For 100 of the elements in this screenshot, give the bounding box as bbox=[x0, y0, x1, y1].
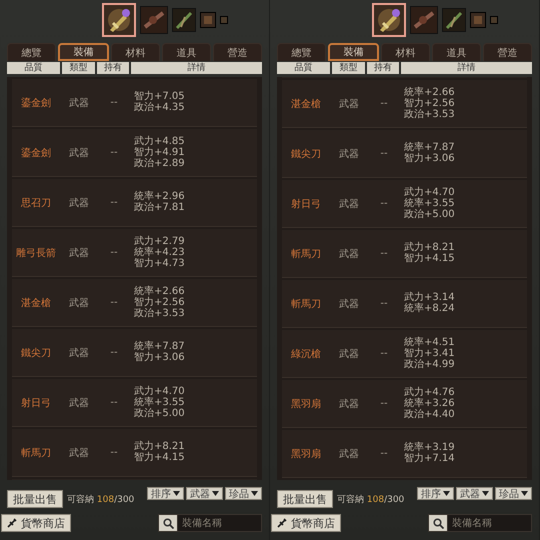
tab[interactable]: 營造 bbox=[483, 43, 532, 61]
item-thumbnail[interactable] bbox=[490, 16, 498, 24]
column-header[interactable]: 品質 bbox=[7, 62, 60, 74]
held-count: -- bbox=[109, 347, 119, 358]
item-thumbnail[interactable] bbox=[102, 3, 136, 37]
item-thumbnail[interactable] bbox=[470, 12, 486, 28]
item-row[interactable]: 湛金槍 武器 -- 統率+2.66 智力+2.56 政治+3.53 bbox=[282, 80, 527, 128]
stat-bonus: 統率+2.96 bbox=[134, 192, 185, 202]
item-type: 武器 bbox=[338, 448, 360, 460]
tab[interactable]: 裝備 bbox=[58, 43, 109, 61]
item-type: 武器 bbox=[338, 198, 360, 210]
search-field[interactable]: 裝備名稱 bbox=[178, 514, 262, 532]
tab[interactable]: 總覽 bbox=[7, 43, 56, 61]
column-header[interactable]: 詳情 bbox=[401, 62, 532, 74]
item-thumbnail[interactable] bbox=[372, 3, 406, 37]
item-name: 鐵尖刀 bbox=[20, 346, 52, 360]
column-header[interactable]: 品質 bbox=[277, 62, 330, 74]
filter-dropdown[interactable]: 珍品 bbox=[225, 487, 262, 500]
stat-bonus: 統率+4.23 bbox=[134, 248, 185, 258]
item-row[interactable]: 綠沉槍 武器 -- 統率+4.51 智力+3.41 政治+4.99 bbox=[282, 330, 527, 378]
item-row[interactable]: 鎏金劍 武器 -- 智力+7.05 政治+4.35 bbox=[12, 79, 257, 127]
item-name: 湛金槍 bbox=[290, 98, 322, 110]
stat-bonus: 智力+2.56 bbox=[404, 98, 455, 108]
shop-button[interactable]: 貨幣商店 bbox=[1, 514, 71, 532]
filter-dropdown[interactable]: 武器 bbox=[456, 487, 493, 500]
sell-button[interactable]: 批量出售 bbox=[7, 490, 63, 508]
item-row[interactable]: 黑羽扇 武器 -- 統率+3.19 智力+7.14 bbox=[282, 430, 527, 478]
capacity-text: 可容納 108/300 bbox=[67, 494, 134, 506]
stat-bonus: 政治+4.35 bbox=[134, 103, 185, 113]
caret-icon bbox=[482, 491, 489, 496]
item-type: 武器 bbox=[68, 196, 90, 210]
filter-dropdown[interactable]: 排序 bbox=[417, 487, 454, 500]
search-icon bbox=[162, 518, 174, 528]
shop-button[interactable]: 貨幣商店 bbox=[271, 514, 341, 532]
sword-icon bbox=[277, 518, 287, 528]
stat-bonus: 智力+4.15 bbox=[134, 453, 185, 463]
item-thumbnail[interactable] bbox=[442, 8, 466, 32]
item-row[interactable]: 思召刀 武器 -- 統率+2.96 政治+7.81 bbox=[12, 179, 257, 227]
tab[interactable]: 總覽 bbox=[277, 43, 326, 61]
filter-dropdown[interactable]: 珍品 bbox=[495, 487, 532, 500]
item-thumbnail[interactable] bbox=[200, 12, 216, 28]
item-row[interactable]: 雕弓長箭 武器 -- 武力+2.79 統率+4.23 智力+4.73 bbox=[12, 229, 257, 277]
tab[interactable]: 營造 bbox=[213, 43, 262, 61]
tab[interactable]: 道具 bbox=[432, 43, 481, 61]
stat-bonus: 統率+8.24 bbox=[404, 304, 455, 314]
stat-bonus: 武力+8.21 bbox=[134, 442, 185, 452]
stat-bonus: 統率+2.66 bbox=[134, 286, 185, 296]
search-field[interactable]: 裝備名稱 bbox=[448, 514, 532, 532]
stat-bonus: 智力+3.06 bbox=[134, 353, 185, 363]
item-name: 湛金槍 bbox=[20, 296, 52, 310]
item-thumbnail[interactable] bbox=[410, 6, 438, 34]
tab[interactable]: 材料 bbox=[381, 43, 430, 61]
stat-bonus: 統率+2.66 bbox=[404, 88, 455, 98]
filter-dropdown[interactable]: 排序 bbox=[147, 487, 184, 500]
item-row[interactable]: 斬馬刀 武器 -- 武力+3.14 統率+8.24 bbox=[282, 280, 527, 328]
stat-bonus: 統率+7.87 bbox=[134, 342, 185, 352]
item-row[interactable]: 湛金槍 武器 -- 統率+2.66 智力+2.56 政治+3.53 bbox=[12, 279, 257, 327]
item-row[interactable]: 鎏金劍 武器 -- 武力+4.85 智力+4.91 政治+2.89 bbox=[12, 129, 257, 177]
tab[interactable]: 材料 bbox=[111, 43, 160, 61]
held-count: -- bbox=[109, 447, 119, 458]
held-count: -- bbox=[379, 348, 389, 359]
item-row[interactable]: 斬馬刀 武器 -- 武力+8.21 智力+4.15 bbox=[282, 230, 527, 278]
item-row[interactable]: 黑羽扇 武器 -- 武力+4.76 統率+3.26 政治+4.40 bbox=[282, 380, 527, 428]
stat-bonus: 武力+8.21 bbox=[404, 243, 455, 253]
item-row[interactable]: 斬馬刀 武器 -- 武力+8.21 智力+4.15 bbox=[12, 429, 257, 477]
stat-bonus: 政治+3.53 bbox=[404, 110, 455, 120]
sell-button[interactable]: 批量出售 bbox=[277, 490, 333, 508]
item-thumbnail[interactable] bbox=[172, 8, 196, 32]
item-type: 武器 bbox=[338, 148, 360, 160]
item-name: 黑羽扇 bbox=[290, 448, 322, 460]
stat-bonus: 智力+3.06 bbox=[404, 154, 455, 164]
item-row[interactable]: 鐵尖刀 武器 -- 統率+7.87 智力+3.06 bbox=[282, 130, 527, 178]
held-count: -- bbox=[109, 197, 119, 208]
stat-bonus: 武力+2.79 bbox=[134, 236, 185, 246]
held-count: -- bbox=[109, 97, 119, 108]
stat-bonus: 智力+7.14 bbox=[404, 454, 455, 464]
stat-bonus: 統率+3.26 bbox=[404, 398, 455, 408]
item-type: 武器 bbox=[68, 246, 90, 260]
tab[interactable]: 道具 bbox=[162, 43, 211, 61]
search-button[interactable] bbox=[158, 514, 178, 532]
column-header[interactable]: 類型 bbox=[62, 62, 95, 74]
item-thumbnail[interactable] bbox=[140, 6, 168, 34]
search-button[interactable] bbox=[428, 514, 448, 532]
item-row[interactable]: 鐵尖刀 武器 -- 統率+7.87 智力+3.06 bbox=[12, 329, 257, 377]
held-count: -- bbox=[109, 247, 119, 258]
column-header[interactable]: 類型 bbox=[332, 62, 365, 74]
filter-dropdown[interactable]: 武器 bbox=[186, 487, 223, 500]
column-header[interactable]: 持有 bbox=[367, 62, 399, 74]
tab[interactable]: 裝備 bbox=[328, 43, 379, 61]
column-header[interactable]: 持有 bbox=[97, 62, 129, 74]
column-header[interactable]: 詳情 bbox=[131, 62, 262, 74]
stat-bonus: 武力+4.76 bbox=[404, 388, 455, 398]
held-count: -- bbox=[379, 248, 389, 259]
stat-bonus: 武力+4.70 bbox=[134, 386, 185, 396]
stat-bonus: 武力+4.85 bbox=[134, 136, 185, 146]
item-thumbnail[interactable] bbox=[220, 16, 228, 24]
item-row[interactable]: 射日弓 武器 -- 武力+4.70 統率+3.55 政治+5.00 bbox=[282, 180, 527, 228]
item-row[interactable]: 射日弓 武器 -- 武力+4.70 統率+3.55 政治+5.00 bbox=[12, 379, 257, 427]
item-type: 武器 bbox=[68, 296, 90, 310]
item-type: 武器 bbox=[338, 248, 360, 260]
